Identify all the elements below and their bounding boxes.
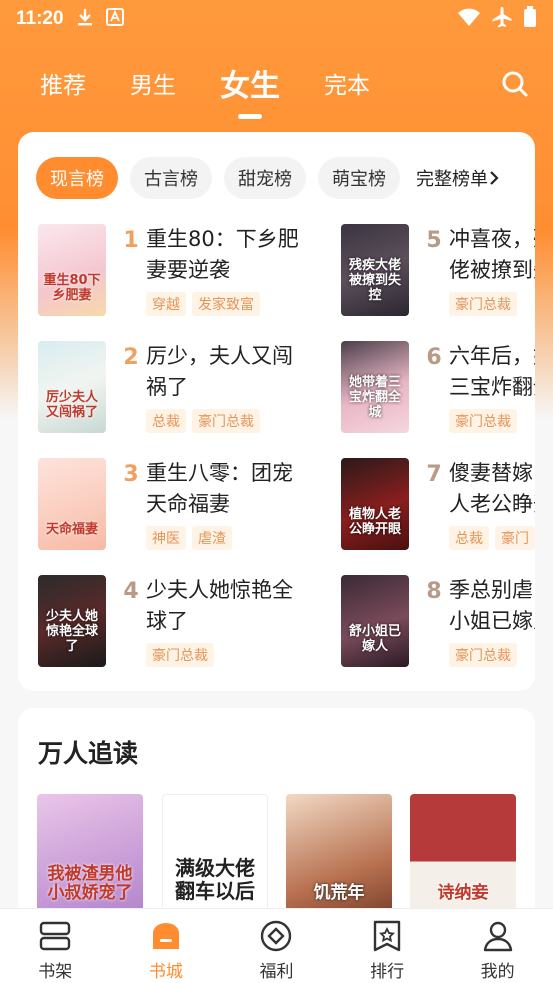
- ranking-book-7[interactable]: 植物人老公睁开眼 7 傻妻替嫁，植物人老公睁开眼 总裁 豪门: [341, 458, 535, 550]
- ranking-book-2[interactable]: 厉少夫人又闯祸了 2 厉少，夫人又闯祸了 总裁 豪门总裁: [38, 341, 306, 433]
- tab-male[interactable]: 男生: [130, 66, 176, 100]
- book-tag: 豪门总裁: [449, 292, 517, 316]
- nav-welfare[interactable]: 福利: [221, 909, 332, 983]
- nav-label: 书城: [148, 962, 183, 982]
- cover-title: 饥荒年: [313, 883, 365, 904]
- nav-profile[interactable]: 我的: [442, 909, 553, 983]
- book-title: 冲喜夜，残疾大佬被撩到失控: [449, 227, 535, 282]
- nav-label: 排行: [370, 962, 405, 982]
- ranking-book-3[interactable]: 天命福妻 3 重生八零：团宠天命福妻 神医 虐渣: [38, 458, 306, 550]
- book-tag: 豪门总裁: [449, 643, 517, 667]
- rank-number: 3: [123, 462, 139, 487]
- cover-title: 她带着三宝炸翻全城: [348, 375, 401, 421]
- book-title: 厉少，夫人又闯祸了: [146, 344, 293, 399]
- book-tag: 神医: [146, 526, 186, 550]
- ranking-category-chips: 现言榜 古言榜 甜宠榜 萌宝榜 完整榜单: [36, 157, 500, 199]
- wifi-icon: [457, 7, 481, 31]
- tab-recommend[interactable]: 推荐: [40, 66, 86, 100]
- book-title: 季总别虐了，舒小姐已嫁人: [449, 578, 535, 633]
- rank-number: 4: [123, 579, 139, 604]
- bottom-navigation: 书架 书城 福利 排行 我的: [0, 908, 553, 983]
- tab-female[interactable]: 女生: [220, 61, 280, 119]
- rank-number: 1: [123, 228, 139, 253]
- book-title: 重生八零：团宠天命福妻: [146, 461, 293, 516]
- nav-label: 福利: [259, 962, 294, 982]
- book-title: 少夫人她惊艳全球了: [146, 578, 293, 633]
- book-cover: 少夫人她惊艳全球了: [38, 575, 106, 667]
- cover-title: 舒小姐已嫁人: [348, 624, 401, 655]
- nav-label: 书架: [38, 962, 73, 982]
- user-icon: [483, 921, 512, 952]
- book-tag: 豪门: [495, 526, 535, 550]
- rank-number: 7: [426, 462, 442, 487]
- book-tag: 总裁: [449, 526, 489, 550]
- cover-title: 厉少夫人又闯祸了: [45, 390, 98, 421]
- book-cover: 植物人老公睁开眼: [341, 458, 409, 550]
- book-tag: 虐渣: [192, 526, 232, 550]
- search-icon[interactable]: [501, 70, 529, 98]
- status-bar: 11:20: [0, 0, 553, 38]
- nav-ranking[interactable]: 排行: [332, 909, 443, 983]
- full-ranking-link[interactable]: 完整榜单: [416, 165, 500, 191]
- section-title: 万人追读: [38, 739, 139, 768]
- book-cover: 残疾大佬被撩到失控: [341, 224, 409, 316]
- nav-bookstore[interactable]: 书城: [111, 909, 222, 983]
- cover-title: 满级大佬翻车以后: [175, 856, 255, 903]
- book-cover: 厉少夫人又闯祸了: [38, 341, 106, 433]
- book-tag: 豪门总裁: [192, 409, 260, 433]
- chip-cute-baby[interactable]: 萌宝榜: [318, 157, 400, 199]
- book-cover: 天命福妻: [38, 458, 106, 550]
- ranking-book-4[interactable]: 少夫人她惊艳全球了 4 少夫人她惊艳全球了 豪门总裁: [38, 575, 306, 667]
- book-title: 六年后，她带着三宝炸翻全城: [449, 344, 535, 399]
- ranking-book-1[interactable]: 重生80下乡肥妻 1 重生80：下乡肥妻要逆袭 穿越 发家致富: [38, 224, 306, 316]
- chip-ancient-romance[interactable]: 古言榜: [130, 157, 212, 199]
- tab-completed[interactable]: 完本: [324, 66, 370, 100]
- chip-modern-romance[interactable]: 现言榜: [36, 157, 118, 199]
- full-ranking-label: 完整榜单: [416, 169, 488, 190]
- book-tag: 总裁: [146, 409, 186, 433]
- airplane-mode-icon: [491, 6, 513, 32]
- cover-title: 少夫人她惊艳全球了: [45, 609, 98, 655]
- chip-sweet-romance[interactable]: 甜宠榜: [224, 157, 306, 199]
- book-title: 重生80：下乡肥妻要逆袭: [146, 227, 299, 282]
- book-cover: 她带着三宝炸翻全城: [341, 341, 409, 433]
- nav-label: 我的: [480, 962, 515, 982]
- ranking-book-6[interactable]: 她带着三宝炸翻全城 6 六年后，她带着三宝炸翻全城 豪门总裁: [341, 341, 535, 433]
- book-tag: 豪门总裁: [146, 643, 214, 667]
- welfare-icon: [261, 920, 292, 952]
- channel-tabs: 推荐 男生 女生 完本: [0, 54, 553, 119]
- rank-number: 5: [426, 228, 442, 253]
- cover-title: 重生80下乡肥妻: [43, 273, 101, 304]
- cover-title: 植物人老公睁开眼: [348, 507, 401, 538]
- ranking-book-5[interactable]: 残疾大佬被撩到失控 5 冲喜夜，残疾大佬被撩到失控 豪门总裁: [341, 224, 535, 316]
- book-title: 傻妻替嫁，植物人老公睁开眼: [449, 461, 535, 516]
- nav-bookshelf[interactable]: 书架: [0, 909, 111, 983]
- rank-number: 6: [426, 345, 442, 370]
- cover-title: 残疾大佬被撩到失控: [348, 258, 401, 304]
- book-tag: 穿越: [146, 292, 186, 316]
- chevron-right-icon: [490, 171, 499, 185]
- ranking-book-8[interactable]: 舒小姐已嫁人 8 季总别虐了，舒小姐已嫁人 豪门总裁: [341, 575, 535, 667]
- bookstore-icon: [152, 923, 179, 949]
- bookshelf-icon: [40, 921, 71, 951]
- ranking-card: 现言榜 古言榜 甜宠榜 萌宝榜 完整榜单 重生80下乡肥妻 1 重生80：下乡肥…: [18, 132, 535, 691]
- cover-title: 天命福妻: [45, 522, 98, 538]
- book-tag: 发家致富: [192, 292, 260, 316]
- notification-app-icon: [105, 8, 124, 30]
- status-time: 11:20: [16, 8, 64, 29]
- book-tag: 豪门总裁: [449, 409, 517, 433]
- cover-title: 诗纳妾: [437, 883, 489, 904]
- cover-title: 我被渣男他小叔娇宠了: [47, 863, 133, 904]
- rank-number: 2: [123, 345, 139, 370]
- book-cover: 重生80下乡肥妻: [38, 224, 106, 316]
- rank-number: 8: [426, 579, 442, 604]
- book-cover: 舒小姐已嫁人: [341, 575, 409, 667]
- download-icon: [76, 7, 94, 31]
- ranking-icon: [373, 920, 401, 952]
- battery-icon: [523, 6, 537, 32]
